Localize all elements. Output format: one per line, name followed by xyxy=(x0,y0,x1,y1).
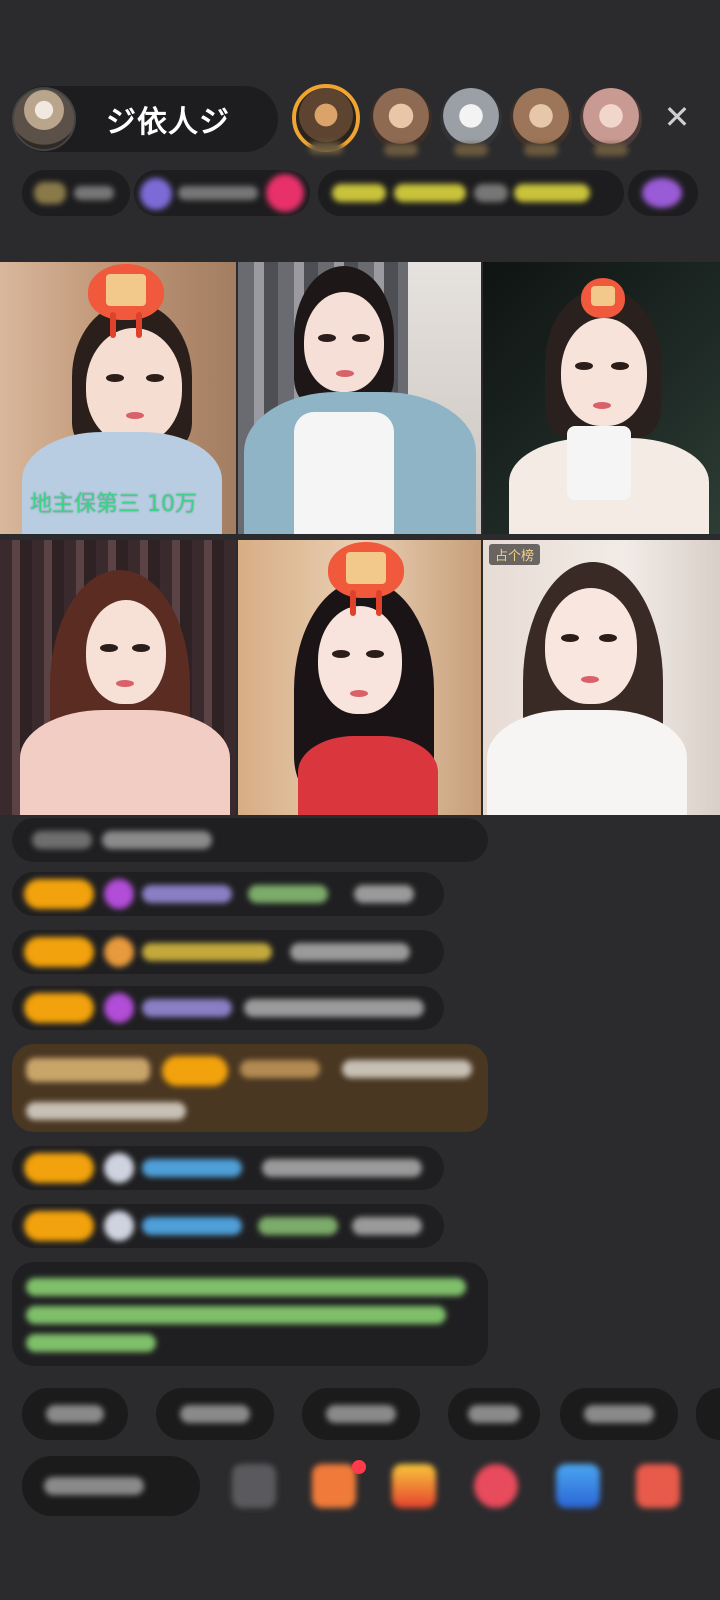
chat-message[interactable] xyxy=(12,1146,444,1190)
more-icon[interactable] xyxy=(636,1464,680,1508)
guest-video-4[interactable] xyxy=(0,540,236,815)
mascot-sticker xyxy=(581,278,625,318)
mascot-sticker xyxy=(328,542,404,616)
gift-box-icon[interactable] xyxy=(312,1464,356,1508)
rank-pill[interactable] xyxy=(22,170,130,216)
viewer-avatar-3[interactable] xyxy=(440,88,502,156)
guest-video-5[interactable] xyxy=(238,540,481,815)
guest-video-6[interactable]: 占个榜 xyxy=(483,540,720,815)
chat-message[interactable] xyxy=(12,818,488,862)
heart-icon[interactable] xyxy=(474,1464,518,1508)
tags-pill[interactable] xyxy=(318,170,624,216)
treasure-icon[interactable] xyxy=(392,1464,436,1508)
host-avatar[interactable] xyxy=(12,87,76,151)
chat-message[interactable] xyxy=(12,1204,444,1248)
chat-message[interactable] xyxy=(12,930,444,974)
chat-message[interactable] xyxy=(12,986,444,1030)
quick-reply-chip[interactable] xyxy=(156,1388,274,1440)
mug xyxy=(567,426,631,500)
notification-dot xyxy=(352,1460,366,1474)
guest-video-1[interactable]: 地主保第三 10万 xyxy=(0,262,236,534)
system-notice xyxy=(12,1262,488,1366)
close-icon[interactable]: ✕ xyxy=(662,101,692,133)
guest-caption: 地主保第三 10万 xyxy=(30,492,197,517)
mascot-sticker xyxy=(88,264,164,338)
viewer-avatar-5[interactable] xyxy=(580,88,642,156)
quick-reply-chip[interactable] xyxy=(22,1388,128,1440)
host-name: ジ依人ジ xyxy=(106,105,230,140)
chat-message-highlight[interactable] xyxy=(12,1044,488,1132)
quick-reply-chip[interactable] xyxy=(560,1388,678,1440)
guest-video-2[interactable] xyxy=(238,262,481,534)
fans-pill[interactable] xyxy=(134,170,310,216)
gift-pill[interactable] xyxy=(628,170,698,216)
viewer-avatar-1[interactable] xyxy=(292,84,360,154)
chat-icon[interactable] xyxy=(556,1464,600,1508)
host-info-bar[interactable]: ジ依人ジ xyxy=(12,86,278,152)
rank-tag[interactable]: 占个榜 xyxy=(489,544,541,565)
quick-reply-chip[interactable] xyxy=(448,1388,540,1440)
viewer-avatar-4[interactable] xyxy=(510,88,572,156)
chat-input[interactable] xyxy=(22,1456,200,1516)
quick-reply-chip[interactable] xyxy=(302,1388,420,1440)
quick-reply-chip[interactable] xyxy=(696,1388,720,1440)
guest-video-3[interactable] xyxy=(483,262,720,534)
room-info-row xyxy=(22,170,702,218)
multi-guest-video-grid: 地主保第三 10万 占个榜 xyxy=(0,262,720,815)
viewer-avatar-2[interactable] xyxy=(370,88,432,156)
emoji-icon[interactable] xyxy=(232,1464,276,1508)
chat-message[interactable] xyxy=(12,872,444,916)
